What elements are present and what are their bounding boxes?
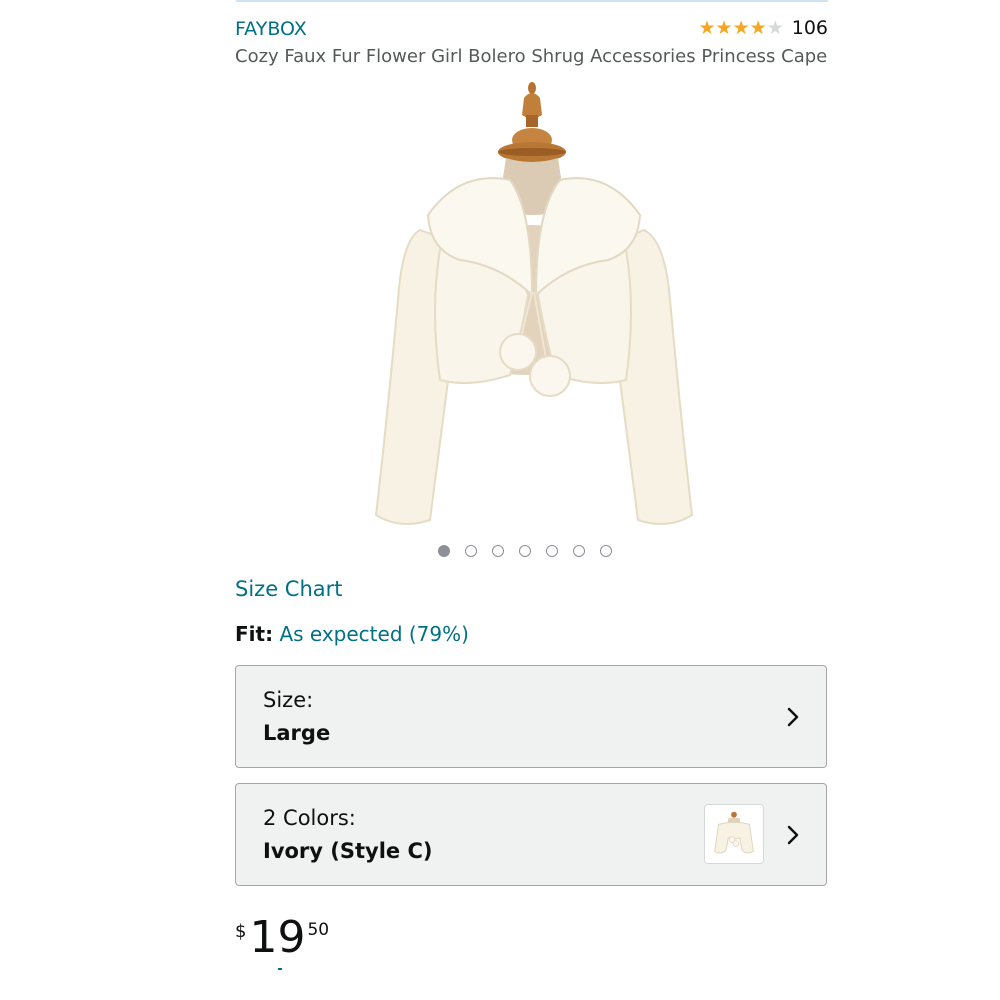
brand-link[interactable]: FAYBOX (235, 18, 307, 40)
color-selector[interactable]: 2 Colors: Ivory (Style C) (235, 783, 827, 886)
star-icon: ★ (732, 17, 750, 39)
carousel-dot[interactable] (573, 545, 585, 557)
product-title: Cozy Faux Fur Flower Girl Bolero Shrug A… (235, 46, 828, 67)
color-label: 2 Colors: (263, 806, 356, 830)
image-carousel-dots (438, 545, 612, 557)
star-rating[interactable]: ★ ★ ★ ★ ★ 106 (699, 17, 829, 39)
jacket-swatch-icon (704, 804, 764, 864)
fit-label: Fit: (235, 622, 274, 646)
star-icon: ★ (715, 17, 733, 39)
star-icon: ★ (766, 17, 784, 39)
carousel-dot[interactable] (492, 545, 504, 557)
divider-mark (278, 968, 282, 970)
price-currency-symbol: $ (235, 921, 247, 942)
price-fraction: 50 (307, 920, 330, 940)
top-divider (236, 0, 828, 2)
stars: ★ ★ ★ ★ ★ (699, 18, 784, 38)
price-whole: 19 (249, 912, 306, 963)
review-count[interactable]: 106 (792, 17, 828, 39)
carousel-dot[interactable] (465, 545, 477, 557)
star-icon: ★ (698, 17, 716, 39)
size-label: Size: (263, 688, 314, 712)
fit-value-link[interactable]: As expected (79%) (279, 622, 469, 646)
chevron-right-icon (787, 825, 799, 845)
chevron-right-icon (787, 707, 799, 727)
color-value: Ivory (Style C) (263, 839, 433, 863)
fit-info: Fit: As expected (79%) (235, 622, 469, 646)
size-chart-link[interactable]: Size Chart (235, 577, 343, 601)
carousel-dot[interactable] (546, 545, 558, 557)
carousel-dot[interactable] (519, 545, 531, 557)
carousel-dot[interactable] (600, 545, 612, 557)
size-value: Large (263, 721, 331, 745)
star-icon: ★ (749, 17, 767, 39)
price: $ 19 50 (235, 913, 329, 963)
carousel-dot[interactable] (438, 545, 450, 557)
product-image[interactable] (360, 70, 710, 540)
size-selector[interactable]: Size: Large (235, 665, 827, 768)
